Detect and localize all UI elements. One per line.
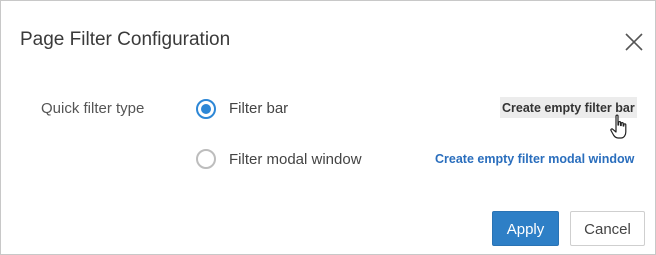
filter-modal-window-radio[interactable] [196, 149, 216, 169]
create-empty-filter-modal-window-link[interactable]: Create empty filter modal window [435, 152, 634, 166]
page-filter-dialog: Page Filter Configuration Quick filter t… [0, 0, 656, 255]
close-button[interactable] [622, 30, 646, 54]
hand-pointer-icon [610, 114, 627, 139]
radio-ring [196, 149, 216, 169]
apply-button[interactable]: Apply [492, 211, 559, 246]
filter-modal-window-label[interactable]: Filter modal window [229, 151, 362, 168]
filter-bar-radio[interactable] [196, 99, 216, 119]
quick-filter-type-label: Quick filter type [41, 100, 145, 117]
filter-bar-label[interactable]: Filter bar [229, 100, 288, 117]
close-icon [625, 33, 643, 51]
radio-dot [201, 104, 211, 114]
cancel-button[interactable]: Cancel [570, 211, 645, 246]
dialog-title: Page Filter Configuration [20, 29, 231, 50]
